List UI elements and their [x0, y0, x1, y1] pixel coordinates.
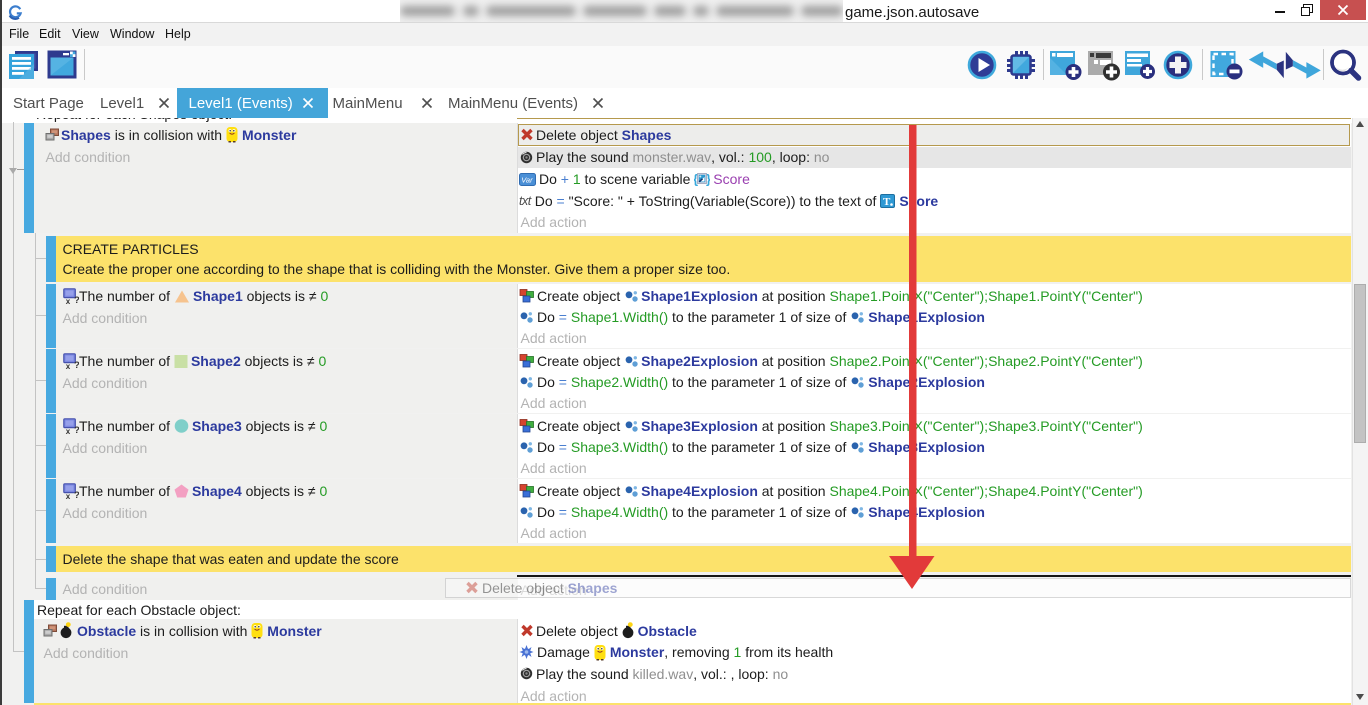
- svg-text:Var: Var: [521, 175, 533, 184]
- svg-text:x: x: [66, 297, 71, 304]
- svg-text:x: x: [66, 427, 71, 434]
- svg-text:x: x: [66, 362, 71, 369]
- svg-text:x: x: [66, 492, 71, 499]
